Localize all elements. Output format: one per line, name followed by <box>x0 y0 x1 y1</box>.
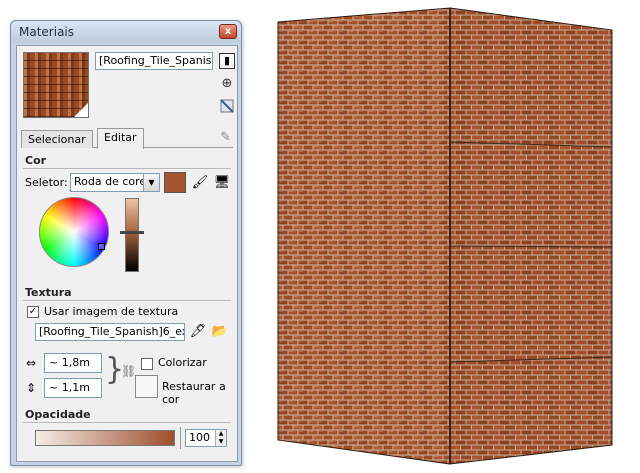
preview-corner-icon <box>74 103 88 117</box>
vertical-arrows-icon: ⇕ <box>26 381 37 395</box>
default-material-icon[interactable]: ▮ <box>219 53 235 69</box>
opacity-separator <box>180 427 181 449</box>
create-material-icon[interactable]: ⊕ <box>219 76 235 92</box>
tab-strip: Selecionar Editar <box>21 128 233 149</box>
opacity-spinner[interactable]: ▲ ▼ <box>215 430 226 446</box>
tab-select[interactable]: Selecionar <box>21 130 93 148</box>
color-wheel-marker[interactable] <box>98 243 105 250</box>
opacity-value: 100 <box>189 431 210 444</box>
texture-width-field[interactable]: ~ 1,8m <box>44 353 102 373</box>
opacity-field[interactable]: 100 ▲ ▼ <box>185 429 227 447</box>
texture-section-title: Textura <box>25 286 72 299</box>
color-wheel[interactable] <box>39 197 109 267</box>
panel-body: [Roofing_Tile_Spanish]6 ▮ ⊕ Selecionar E… <box>16 45 238 462</box>
chevron-down-icon[interactable]: ▼ <box>143 174 159 191</box>
color-selector-dropdown[interactable]: Roda de cores ▼ <box>70 173 160 192</box>
color-section-title: Cor <box>25 154 47 167</box>
sample-paint-icon[interactable] <box>219 98 235 114</box>
use-texture-checkbox[interactable]: ✓ <box>27 306 39 318</box>
color-swatch[interactable] <box>164 172 186 193</box>
horizontal-arrows-icon: ⇔ <box>26 356 37 370</box>
colorize-label: Colorizar <box>158 356 207 369</box>
brightness-slider-thumb[interactable] <box>120 231 144 234</box>
texture-height-field[interactable]: ~ 1,1m <box>44 378 102 398</box>
tab-edit[interactable]: Editar <box>97 128 144 149</box>
model-viewport[interactable] <box>268 0 640 473</box>
brick-box-model[interactable] <box>268 0 640 473</box>
right-face[interactable] <box>449 7 613 465</box>
left-face[interactable] <box>277 7 451 465</box>
colorize-checkbox[interactable] <box>141 358 153 370</box>
paint-bucket-icon[interactable]: 🖌 <box>191 174 209 192</box>
chain-lock-icon[interactable]: ⛓ <box>121 364 136 378</box>
material-preview[interactable] <box>23 52 89 118</box>
window-title: Materiais <box>19 25 75 39</box>
color-divider <box>23 168 231 169</box>
use-texture-label: Usar imagem de textura <box>44 305 179 318</box>
selector-label: Seletor: <box>25 176 68 189</box>
texture-file-field[interactable]: [Roofing_Tile_Spanish]6_extra <box>35 323 185 341</box>
reset-color-button[interactable] <box>135 375 158 398</box>
texture-load-icon[interactable]: 📂 <box>211 323 229 341</box>
selector-value: Roda de cores <box>74 175 152 188</box>
material-name-field[interactable]: [Roofing_Tile_Spanish]6 <box>95 52 213 70</box>
texture-edit-icon[interactable]: 🖊 <box>189 323 207 341</box>
window-titlebar[interactable]: Materiais x <box>11 21 241 43</box>
eyedropper-icon[interactable]: ✎ <box>220 130 231 145</box>
opacity-divider <box>23 422 231 423</box>
texture-divider <box>23 300 231 301</box>
reset-color-label: Restaurar a cor <box>162 380 226 406</box>
opacity-section-title: Opacidade <box>25 408 91 421</box>
screen-pick-icon[interactable]: 🖥 <box>213 174 231 192</box>
close-button[interactable]: x <box>219 24 237 39</box>
brightness-slider[interactable] <box>125 198 139 272</box>
opacity-slider[interactable] <box>35 430 175 446</box>
materials-panel: Materiais x [Roofing_Tile_Spanish]6 ▮ ⊕ … <box>10 20 242 466</box>
